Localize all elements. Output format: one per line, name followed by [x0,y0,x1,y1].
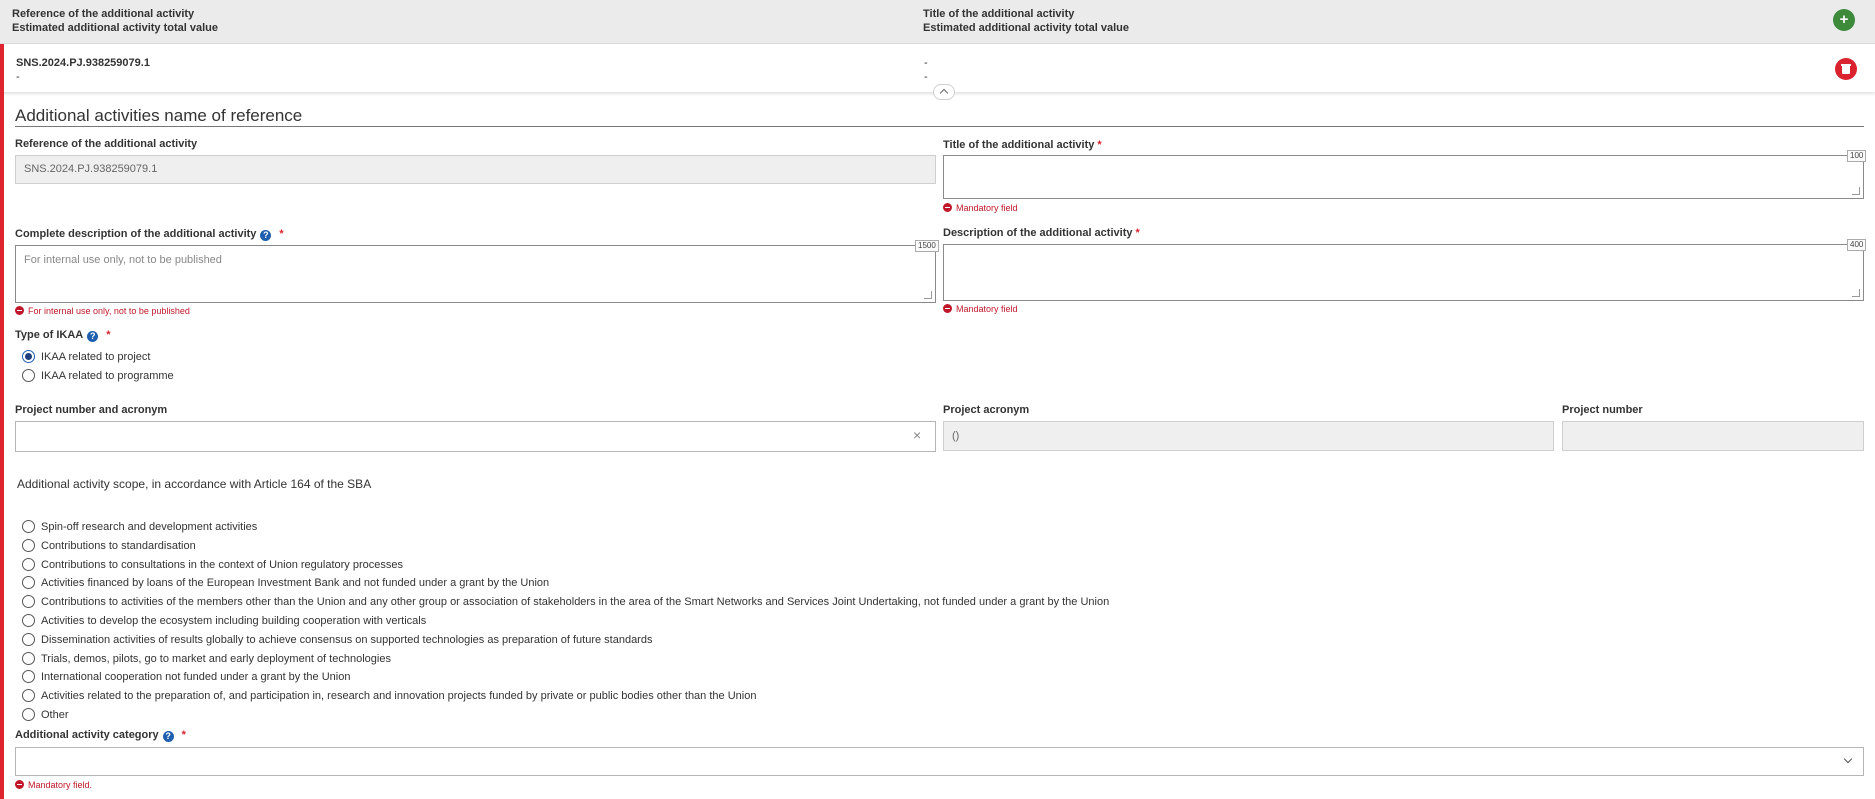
scope-option-label: Dissemination activities of results glob… [41,633,653,646]
ikaa-type-label: Type of IKAA? * [15,329,111,342]
row-title-cell: - - [924,57,928,83]
scope-option[interactable]: Activities related to the preparation of… [22,689,757,703]
error-icon [943,304,952,313]
ikaa-option-label: IKAA related to project [41,351,151,363]
radio-button[interactable] [22,557,35,571]
scope-option-label: Contributions to activities of the membe… [41,596,1110,609]
radio-button[interactable] [22,708,35,721]
scope-option-label: Other [41,709,69,721]
error-icon [943,203,952,212]
category-error: Mandatory field. [15,780,92,790]
row-reference-cell: SNS.2024.PJ.938259079.1 - [16,57,150,83]
scope-option-label: Spin-off research and development activi… [41,521,258,533]
radio-button[interactable] [22,689,35,703]
error-icon [15,780,24,789]
scope-option[interactable]: Contributions to standardisation [22,538,196,552]
scope-option-label: Contributions to consultations in the co… [41,558,403,571]
complete-description-char-counter: 1500 [915,240,939,252]
radio-button[interactable] [22,632,35,646]
help-icon[interactable]: ? [162,731,174,742]
title-char-counter: 100 [1847,150,1867,162]
scope-option[interactable]: Other [22,708,69,721]
description-textarea[interactable] [943,244,1864,301]
complete-description-label: Complete description of the additional a… [15,228,284,241]
radio-button[interactable] [22,520,35,533]
description-label: Description of the additional activity * [943,227,1140,239]
resize-grip-icon[interactable] [924,291,932,299]
delete-activity-button[interactable] [1835,58,1857,80]
scope-option[interactable]: Trials, demos, pilots, go to market and … [22,651,391,665]
required-marker: * [106,329,111,341]
category-select[interactable] [15,747,1864,776]
description-error: Mandatory field [943,304,1018,314]
scope-option[interactable]: Activities to develop the ecosystem incl… [22,614,426,627]
radio-button[interactable] [22,538,35,552]
add-activity-button[interactable]: + [1833,9,1855,31]
project-acronym-label: Project acronym [943,404,1030,416]
project-number-label: Project number [1562,404,1643,416]
scope-option-label: International cooperation not funded und… [41,671,351,684]
project-acronym-field: () [943,421,1554,451]
header-col-reference: Reference of the additional activity Est… [12,8,218,34]
section-title: Additional activities name of reference [15,106,303,125]
header-col-title: Title of the additional activity Estimat… [923,8,1129,34]
required-marker: * [279,228,284,240]
title-label: Title of the additional activity * [943,139,1102,151]
section-divider [15,126,1864,127]
radio-button[interactable] [22,576,35,590]
ikaa-option-label: IKAA related to programme [41,370,174,382]
scope-option-label: Contributions to standardisation [41,539,196,552]
table-header: Reference of the additional activity Est… [0,0,1875,44]
reference-field: SNS.2024.PJ.938259079.1 [15,155,936,184]
project-number-acronym-label: Project number and acronym [15,404,168,416]
scope-option-label: Trials, demos, pilots, go to market and … [41,652,391,665]
radio-button[interactable] [22,614,35,627]
required-marker: * [181,729,186,741]
resize-grip-icon[interactable] [1852,187,1860,195]
scope-option[interactable]: Dissemination activities of results glob… [22,632,653,646]
ikaa-option[interactable]: IKAA related to programme [22,369,174,382]
ikaa-option[interactable]: IKAA related to project [22,350,150,363]
scope-option[interactable]: Contributions to activities of the membe… [22,595,1110,609]
scope-option-label: Activities financed by loans of the Euro… [41,577,550,590]
help-icon[interactable]: ? [260,230,272,241]
radio-button[interactable] [22,670,35,684]
scope-title: Additional activity scope, in accordance… [17,477,372,491]
required-marker: * [1135,227,1140,239]
scope-option-label: Activities to develop the ecosystem incl… [41,615,427,627]
radio-button[interactable] [22,350,35,363]
required-marker: * [1097,139,1102,151]
radio-button[interactable] [22,651,35,665]
reference-label: Reference of the additional activity [15,138,198,150]
radio-button[interactable] [22,595,35,609]
scope-option-label: Activities related to the preparation of… [41,690,757,703]
complete-description-textarea[interactable]: For internal use only, not to be publish… [15,245,936,303]
radio-button[interactable] [22,369,35,382]
scope-option[interactable]: International cooperation not funded und… [22,670,351,684]
scope-option[interactable]: Spin-off research and development activi… [22,520,257,533]
project-number-acronym-input[interactable] [15,421,936,452]
resize-grip-icon[interactable] [1852,289,1860,297]
clear-icon[interactable]: × [913,427,921,443]
scope-option[interactable]: Activities financed by loans of the Euro… [22,576,550,590]
project-number-field [1562,421,1864,451]
complete-description-hint: For internal use only, not to be publish… [15,306,190,316]
scope-option[interactable]: Contributions to consultations in the co… [22,557,403,571]
help-icon[interactable]: ? [87,331,99,342]
title-error: Mandatory field [943,203,1018,213]
description-char-counter: 400 [1847,239,1867,251]
error-icon [15,306,24,315]
category-label: Additional activity category? * [15,729,186,742]
title-textarea[interactable] [943,155,1864,199]
